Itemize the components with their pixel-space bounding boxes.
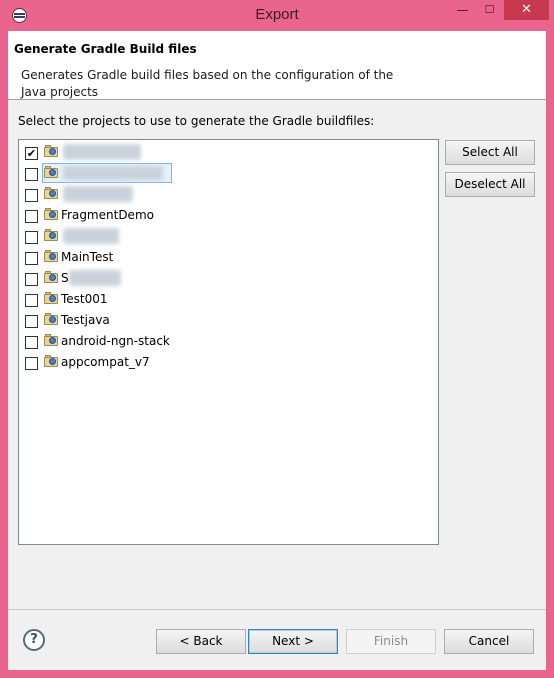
close-button[interactable]: ✕: [504, 0, 549, 20]
cancel-button[interactable]: Cancel: [444, 629, 534, 654]
export-dialog: Export — ☐ ✕ Generate Gradle Build files…: [0, 0, 554, 678]
list-item[interactable]: MainTest: [19, 247, 438, 268]
project-label: appcompat_v7: [61, 355, 150, 369]
title-bar[interactable]: Export — ☐ ✕: [0, 0, 554, 31]
next-button[interactable]: Next >: [248, 629, 338, 654]
project-checkbox[interactable]: [25, 294, 38, 307]
redacted-label: [69, 270, 121, 286]
list-item[interactable]: android-ngn-stack: [19, 331, 438, 352]
wizard-description: Generates Gradle build files based on th…: [21, 68, 394, 99]
back-button[interactable]: < Back: [156, 629, 246, 654]
list-item[interactable]: appcompat_v7: [19, 352, 438, 373]
java-project-icon: [44, 250, 59, 263]
project-checkbox[interactable]: [25, 315, 38, 328]
finish-button[interactable]: Finish: [346, 629, 436, 654]
project-checkbox[interactable]: [25, 168, 38, 181]
list-item[interactable]: [19, 184, 438, 205]
project-checkbox[interactable]: [25, 273, 38, 286]
deselect-all-button[interactable]: Deselect All: [445, 172, 535, 197]
help-icon[interactable]: ?: [23, 629, 45, 651]
maximize-button[interactable]: ☐: [476, 0, 503, 20]
list-item[interactable]: S: [19, 268, 438, 289]
java-project-icon: [44, 145, 59, 158]
list-item[interactable]: FragmentDemo: [19, 205, 438, 226]
project-checkbox[interactable]: [25, 189, 38, 202]
project-checkbox[interactable]: [25, 336, 38, 349]
footer-divider: [8, 609, 546, 610]
java-project-icon: [44, 208, 59, 221]
java-project-icon: [44, 166, 59, 179]
project-checkbox[interactable]: [25, 357, 38, 370]
list-item[interactable]: [19, 163, 438, 184]
wizard-title: Generate Gradle Build files: [14, 42, 197, 56]
project-checkbox[interactable]: ✔: [25, 147, 38, 160]
project-label: Test001: [61, 292, 108, 306]
project-label: FragmentDemo: [61, 208, 154, 222]
project-label: android-ngn-stack: [61, 334, 170, 348]
wizard-header: Generate Gradle Build files Generates Gr…: [8, 31, 546, 99]
list-item[interactable]: ✔: [19, 142, 438, 163]
redacted-label: [63, 144, 141, 160]
java-project-icon: [44, 271, 59, 284]
project-label: S: [61, 271, 69, 285]
java-project-icon: [44, 355, 59, 368]
redacted-label: [63, 228, 119, 244]
java-project-icon: [44, 334, 59, 347]
project-label: MainTest: [61, 250, 114, 264]
list-item[interactable]: Testjava: [19, 310, 438, 331]
project-list[interactable]: ✔ FragmentDemo MainTest S Test001 Testja…: [18, 139, 439, 545]
java-project-icon: [44, 313, 59, 326]
java-project-icon: [44, 187, 59, 200]
list-item[interactable]: [19, 226, 438, 247]
project-checkbox[interactable]: [25, 231, 38, 244]
project-checkbox[interactable]: [25, 252, 38, 265]
java-project-icon: [44, 292, 59, 305]
project-checkbox[interactable]: [25, 210, 38, 223]
minimize-button[interactable]: —: [449, 0, 476, 20]
project-prompt: Select the projects to use to generate t…: [18, 114, 375, 128]
redacted-label: [63, 166, 163, 180]
project-label: Testjava: [61, 313, 110, 327]
redacted-label: [63, 186, 133, 202]
java-project-icon: [44, 229, 59, 242]
dialog-body: Generate Gradle Build files Generates Gr…: [8, 31, 546, 670]
select-all-button[interactable]: Select All: [445, 140, 535, 165]
header-divider: [8, 99, 546, 100]
list-item[interactable]: Test001: [19, 289, 438, 310]
